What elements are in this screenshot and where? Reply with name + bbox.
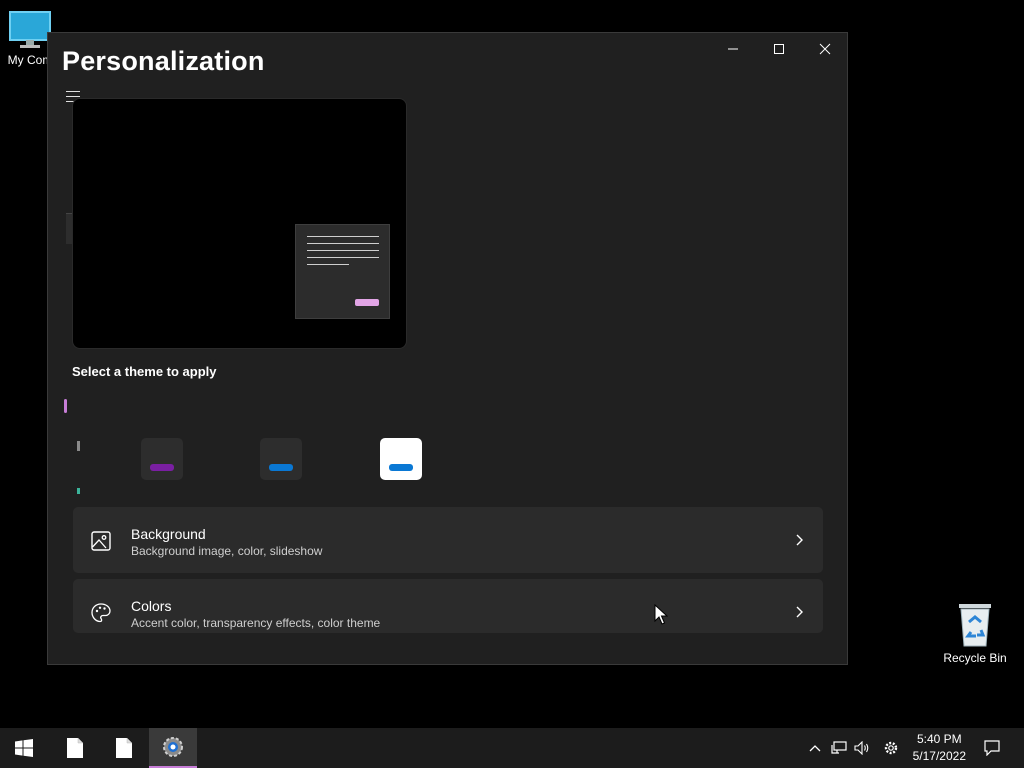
maximize-icon: [774, 44, 784, 54]
network-icon: [831, 741, 847, 754]
setting-colors[interactable]: Colors Accent color, transparency effect…: [73, 579, 823, 633]
volume-icon: [854, 741, 869, 755]
notification-icon: [984, 740, 1000, 756]
file-icon: [67, 738, 83, 758]
taskbar: 5:40 PM 5/17/2022: [0, 728, 1024, 768]
taskbar-settings-app[interactable]: [149, 728, 197, 768]
gear-icon: [884, 741, 898, 755]
tray-clock[interactable]: 5:40 PM 5/17/2022: [913, 731, 966, 765]
file-icon: [116, 738, 132, 758]
image-icon: [91, 531, 111, 551]
chevron-right-icon: [796, 534, 803, 546]
theme-section-label: Select a theme to apply: [72, 364, 217, 379]
theme-tile-light[interactable]: [380, 438, 422, 480]
clock-date: 5/17/2022: [912, 749, 966, 763]
start-icon: [15, 739, 33, 757]
window-title: Personalization: [62, 46, 265, 76]
tray-overflow-button[interactable]: [805, 728, 825, 768]
personalization-window: Personalization Select a theme to apply: [47, 32, 848, 665]
settings-app-icon: [163, 737, 183, 757]
start-button[interactable]: [0, 728, 48, 768]
chevron-up-icon: [809, 745, 821, 752]
computer-icon: [9, 11, 51, 48]
theme-tile-dark-purple[interactable]: [141, 438, 183, 480]
notification-button[interactable]: [978, 728, 1006, 768]
setting-subtitle: Accent color, transparency effects, colo…: [131, 616, 381, 630]
preview-window-card: [295, 224, 390, 319]
taskbar-file-1[interactable]: [52, 728, 98, 768]
theme-tile-dark-blue[interactable]: [260, 438, 302, 480]
close-icon: [819, 43, 831, 55]
maximize-button[interactable]: [756, 33, 802, 65]
setting-title: Background: [131, 526, 206, 542]
tray-network[interactable]: [829, 728, 849, 768]
taskbar-file-2[interactable]: [101, 728, 147, 768]
tray-settings[interactable]: [880, 728, 902, 768]
minimize-button[interactable]: [710, 33, 756, 65]
clock-time: 5:40 PM: [916, 732, 962, 746]
desktop-icon-label: Recycle Bin: [943, 651, 1007, 665]
minimize-icon: [728, 48, 738, 50]
preview-accent-button: [355, 299, 379, 306]
desktop-icon-recycle-bin[interactable]: Recycle Bin: [940, 602, 1010, 665]
recycle-bin-icon: [959, 604, 991, 647]
close-button[interactable]: [802, 33, 847, 65]
palette-icon: [91, 603, 111, 623]
tray-volume[interactable]: [852, 728, 872, 768]
setting-title: Colors: [131, 598, 172, 614]
setting-subtitle: Background image, color, slideshow: [131, 544, 323, 558]
chevron-right-icon: [796, 606, 803, 618]
mouse-cursor-icon: [654, 604, 668, 625]
setting-background[interactable]: Background Background image, color, slid…: [73, 507, 823, 573]
theme-preview: [72, 98, 407, 349]
